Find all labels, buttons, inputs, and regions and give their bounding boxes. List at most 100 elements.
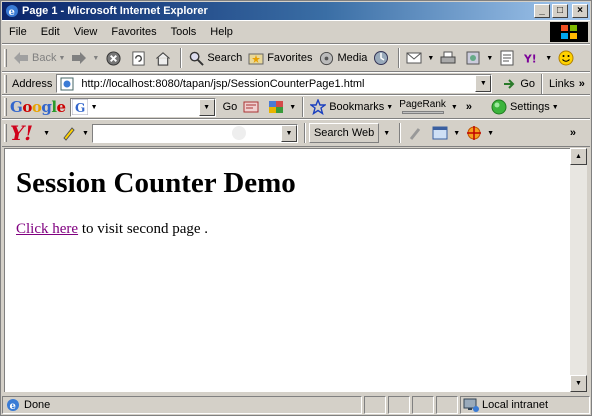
status-panel-empty [364, 395, 386, 414]
mail-button[interactable]: ▼ [403, 47, 437, 69]
address-input[interactable]: http://localhost:8080/tapan/jsp/SessionC… [56, 74, 493, 93]
chevron-down-icon: ▼ [551, 103, 559, 111]
toolbar-grip[interactable] [4, 124, 7, 142]
toolbar-grip[interactable] [4, 74, 7, 93]
paragraph-trailing-text: to visit second page . [78, 221, 209, 237]
status-text: Done [24, 398, 51, 411]
eraser-button[interactable] [404, 122, 429, 144]
google-news-button[interactable] [240, 96, 265, 118]
forward-button[interactable]: ▼ [68, 47, 102, 69]
chevron-down-icon: ▼ [82, 129, 89, 137]
minimize-button[interactable]: _ [534, 4, 550, 18]
history-icon [373, 50, 389, 66]
target-icon [466, 125, 482, 141]
chevron-down-icon[interactable]: ▼ [383, 130, 390, 137]
smiley-icon [558, 50, 574, 66]
popup-blocker-icon [268, 99, 284, 115]
google-go-button[interactable]: Go [220, 96, 241, 118]
windows-logo-icon [550, 22, 588, 42]
smiley-button[interactable] [555, 47, 580, 69]
refresh-icon [130, 50, 146, 66]
title-bar: e Page 1 - Microsoft Internet Explorer _… [2, 2, 590, 20]
edit-icon [465, 50, 481, 66]
yahoo-logo[interactable]: Y! [10, 121, 33, 145]
zone-icon [463, 397, 479, 413]
scroll-down-button[interactable]: ▼ [570, 375, 587, 392]
google-search-dropdown[interactable]: ▼ [198, 98, 215, 116]
pagerank-button[interactable]: PageRank [396, 96, 449, 118]
search-web-button[interactable]: Search Web [308, 123, 380, 143]
toolbar-grip[interactable] [4, 98, 7, 116]
yahoo-search-dropdown[interactable]: ▼ [280, 124, 297, 142]
target-button[interactable]: ▼ [463, 122, 497, 144]
bookmarks-button[interactable]: Bookmarks ▼ [307, 96, 396, 118]
home-button[interactable] [152, 47, 177, 69]
stop-button[interactable] [102, 47, 127, 69]
favorites-button[interactable]: Favorites [245, 47, 315, 69]
close-button[interactable]: × [572, 4, 588, 18]
chevron-down-icon: ▼ [58, 54, 66, 62]
menu-view[interactable]: View [67, 23, 105, 41]
refresh-button[interactable] [127, 47, 152, 69]
toolbar-separator [302, 97, 305, 117]
page-icon [59, 76, 75, 92]
bookmark-star-icon [310, 99, 327, 115]
print-button[interactable] [437, 47, 462, 69]
search-button[interactable]: Search [185, 47, 245, 69]
toolbar-separator [180, 48, 183, 68]
yahoo-search-input[interactable]: ▼ [91, 123, 298, 143]
chevron-double-right-icon[interactable]: » [466, 101, 472, 113]
google-g-icon: G [71, 99, 88, 115]
go-button[interactable]: Go [498, 73, 538, 95]
toolbar-grip[interactable] [4, 49, 7, 67]
chevron-down-icon[interactable]: ▼ [43, 130, 50, 137]
search-icon [188, 50, 204, 66]
chevron-down-icon: ▼ [386, 103, 394, 111]
zone-text: Local intranet [482, 398, 549, 411]
edit-button[interactable]: ▼ [462, 47, 496, 69]
google-search-input[interactable]: G ▼ ▼ [69, 97, 216, 117]
toolbar-separator [303, 123, 306, 143]
favorites-label: Favorites [267, 52, 313, 64]
zone-panel: Local intranet [460, 395, 590, 414]
menu-favorites[interactable]: Favorites [104, 23, 163, 41]
google-logo[interactable]: Google [10, 98, 66, 116]
second-page-link[interactable]: Click here [16, 221, 78, 237]
menu-tools[interactable]: Tools [164, 23, 204, 41]
media-button[interactable]: Media [315, 47, 370, 69]
google-options-chevron-icon[interactable]: ▼ [91, 104, 199, 111]
links-label: Links [549, 77, 575, 90]
highlight-button[interactable]: ▼ [58, 122, 92, 144]
status-text-panel: e Done [2, 395, 362, 414]
window-icon [432, 125, 448, 141]
home-icon [155, 50, 171, 66]
back-button[interactable]: Back ▼ [10, 47, 68, 69]
address-dropdown-button[interactable]: ▼ [475, 75, 492, 92]
pagerank-bar [401, 111, 444, 114]
scroll-up-button[interactable]: ▲ [570, 148, 587, 165]
address-label: Address [12, 77, 53, 90]
menu-edit[interactable]: Edit [34, 23, 67, 41]
google-popup-button[interactable]: ▼ [265, 96, 299, 118]
browser-window: e Page 1 - Microsoft Internet Explorer _… [0, 0, 592, 416]
toolbar-separator [541, 73, 544, 94]
messenger-button[interactable]: Y! ▼ [521, 47, 555, 69]
menu-file[interactable]: File [2, 23, 34, 41]
settings-button[interactable]: Settings ▼ [488, 96, 562, 118]
layout-button[interactable]: ▼ [429, 122, 463, 144]
chevron-double-right-icon[interactable]: » [570, 127, 576, 139]
discuss-button[interactable] [496, 47, 521, 69]
links-button[interactable]: Links » [546, 73, 588, 95]
forward-arrow-icon [71, 50, 87, 66]
menu-help[interactable]: Help [203, 23, 240, 41]
chevron-down-icon[interactable]: ▼ [451, 104, 458, 111]
pagerank-label: PageRank [399, 99, 446, 110]
page-content: Session Counter Demo Click here to visit… [4, 148, 570, 392]
maximize-button[interactable]: □ [552, 4, 568, 18]
status-panel-empty [388, 395, 410, 414]
media-icon [318, 50, 334, 66]
chevron-double-right-icon: » [578, 77, 585, 90]
vertical-scrollbar[interactable]: ▲ ▼ [570, 148, 587, 392]
go-label: Go [520, 77, 536, 90]
history-button[interactable] [370, 47, 395, 69]
